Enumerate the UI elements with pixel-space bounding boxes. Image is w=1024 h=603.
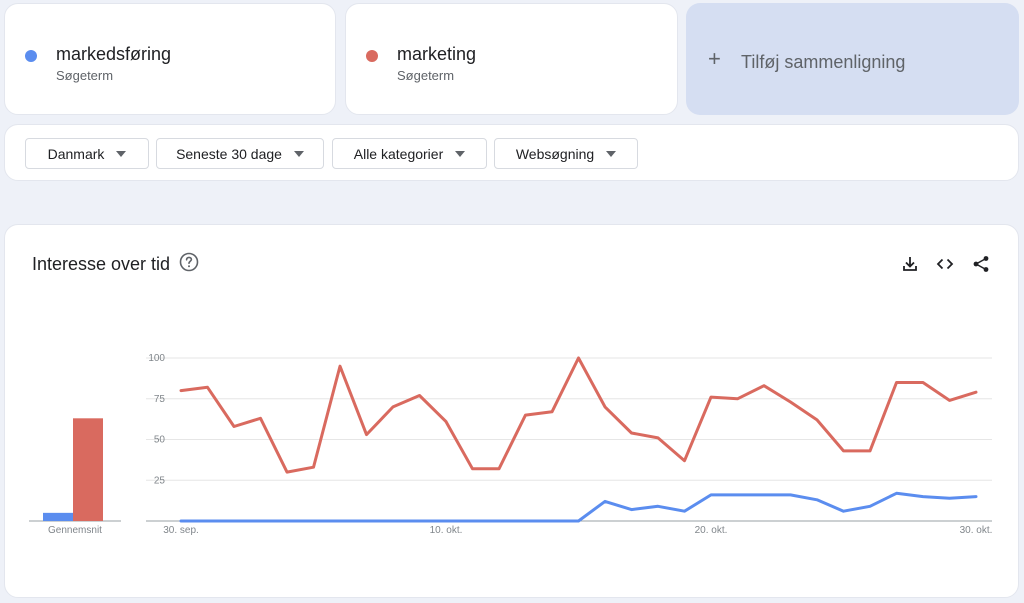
time-range-filter-label: Seneste 30 dage (176, 145, 282, 162)
search-property-filter-dropdown[interactable]: Websøgning (494, 138, 638, 169)
average-bar (43, 512, 73, 521)
term-name: marketing (397, 44, 477, 64)
y-tick-label: 50 (154, 435, 166, 446)
search-property-filter-label: Websøgning (515, 145, 595, 162)
search-term-card-1[interactable]: markedsføring Søgeterm (4, 3, 336, 115)
dropdown-arrow-icon (293, 150, 304, 157)
term-color-dot (25, 50, 37, 62)
filter-bar: Danmark Seneste 30 dage Alle kategorier … (4, 124, 1019, 181)
time-range-filter-dropdown[interactable]: Seneste 30 dage (156, 138, 324, 169)
search-term-card-2[interactable]: marketing Søgeterm (345, 3, 678, 115)
help-icon[interactable] (179, 252, 199, 272)
region-filter-label: Danmark (47, 145, 105, 162)
region-filter-dropdown[interactable]: Danmark (25, 138, 149, 169)
x-tick-label: 10. okt. (430, 525, 463, 536)
average-label: Gennemsnit (48, 525, 102, 536)
embed-code-icon[interactable] (935, 254, 955, 274)
category-filter-label: Alle kategorier (353, 145, 444, 162)
add-comparison-button[interactable]: + Tilføj sammenligning (686, 3, 1019, 115)
term-color-dot (366, 50, 378, 62)
dropdown-arrow-icon (116, 150, 127, 157)
series-line (179, 356, 978, 474)
average-bar (73, 418, 103, 521)
series-line (179, 491, 978, 523)
term-name: markedsføring (56, 44, 172, 64)
interest-over-time-panel: 100 75 50 25 30. sep. 10. okt. 20. okt. 30. okt… (4, 224, 1019, 598)
dropdown-arrow-icon (455, 150, 466, 157)
y-tick-label: 75 (154, 394, 166, 405)
x-tick-label: 30. sep. (163, 525, 199, 536)
chart-title: Interesse over tid (32, 254, 171, 274)
y-tick-label: 100 (148, 353, 165, 364)
term-type-label: Søgeterm (56, 68, 114, 83)
y-tick-label: 25 (154, 475, 166, 486)
dropdown-arrow-icon (606, 150, 617, 157)
add-comparison-label: Tilføj sammenligning (741, 52, 906, 72)
term-type-label: Søgeterm (397, 68, 455, 83)
x-tick-label: 20. okt. (695, 525, 728, 536)
interest-over-time-chart: 100 75 50 25 30. sep. 10. okt. 20. okt. 30. okt… (29, 353, 993, 536)
category-filter-dropdown[interactable]: Alle kategorier (332, 138, 487, 169)
x-tick-label: 30. okt. (960, 525, 993, 536)
download-icon[interactable] (900, 254, 920, 274)
plus-icon: + (708, 46, 721, 71)
share-icon[interactable] (971, 254, 991, 274)
